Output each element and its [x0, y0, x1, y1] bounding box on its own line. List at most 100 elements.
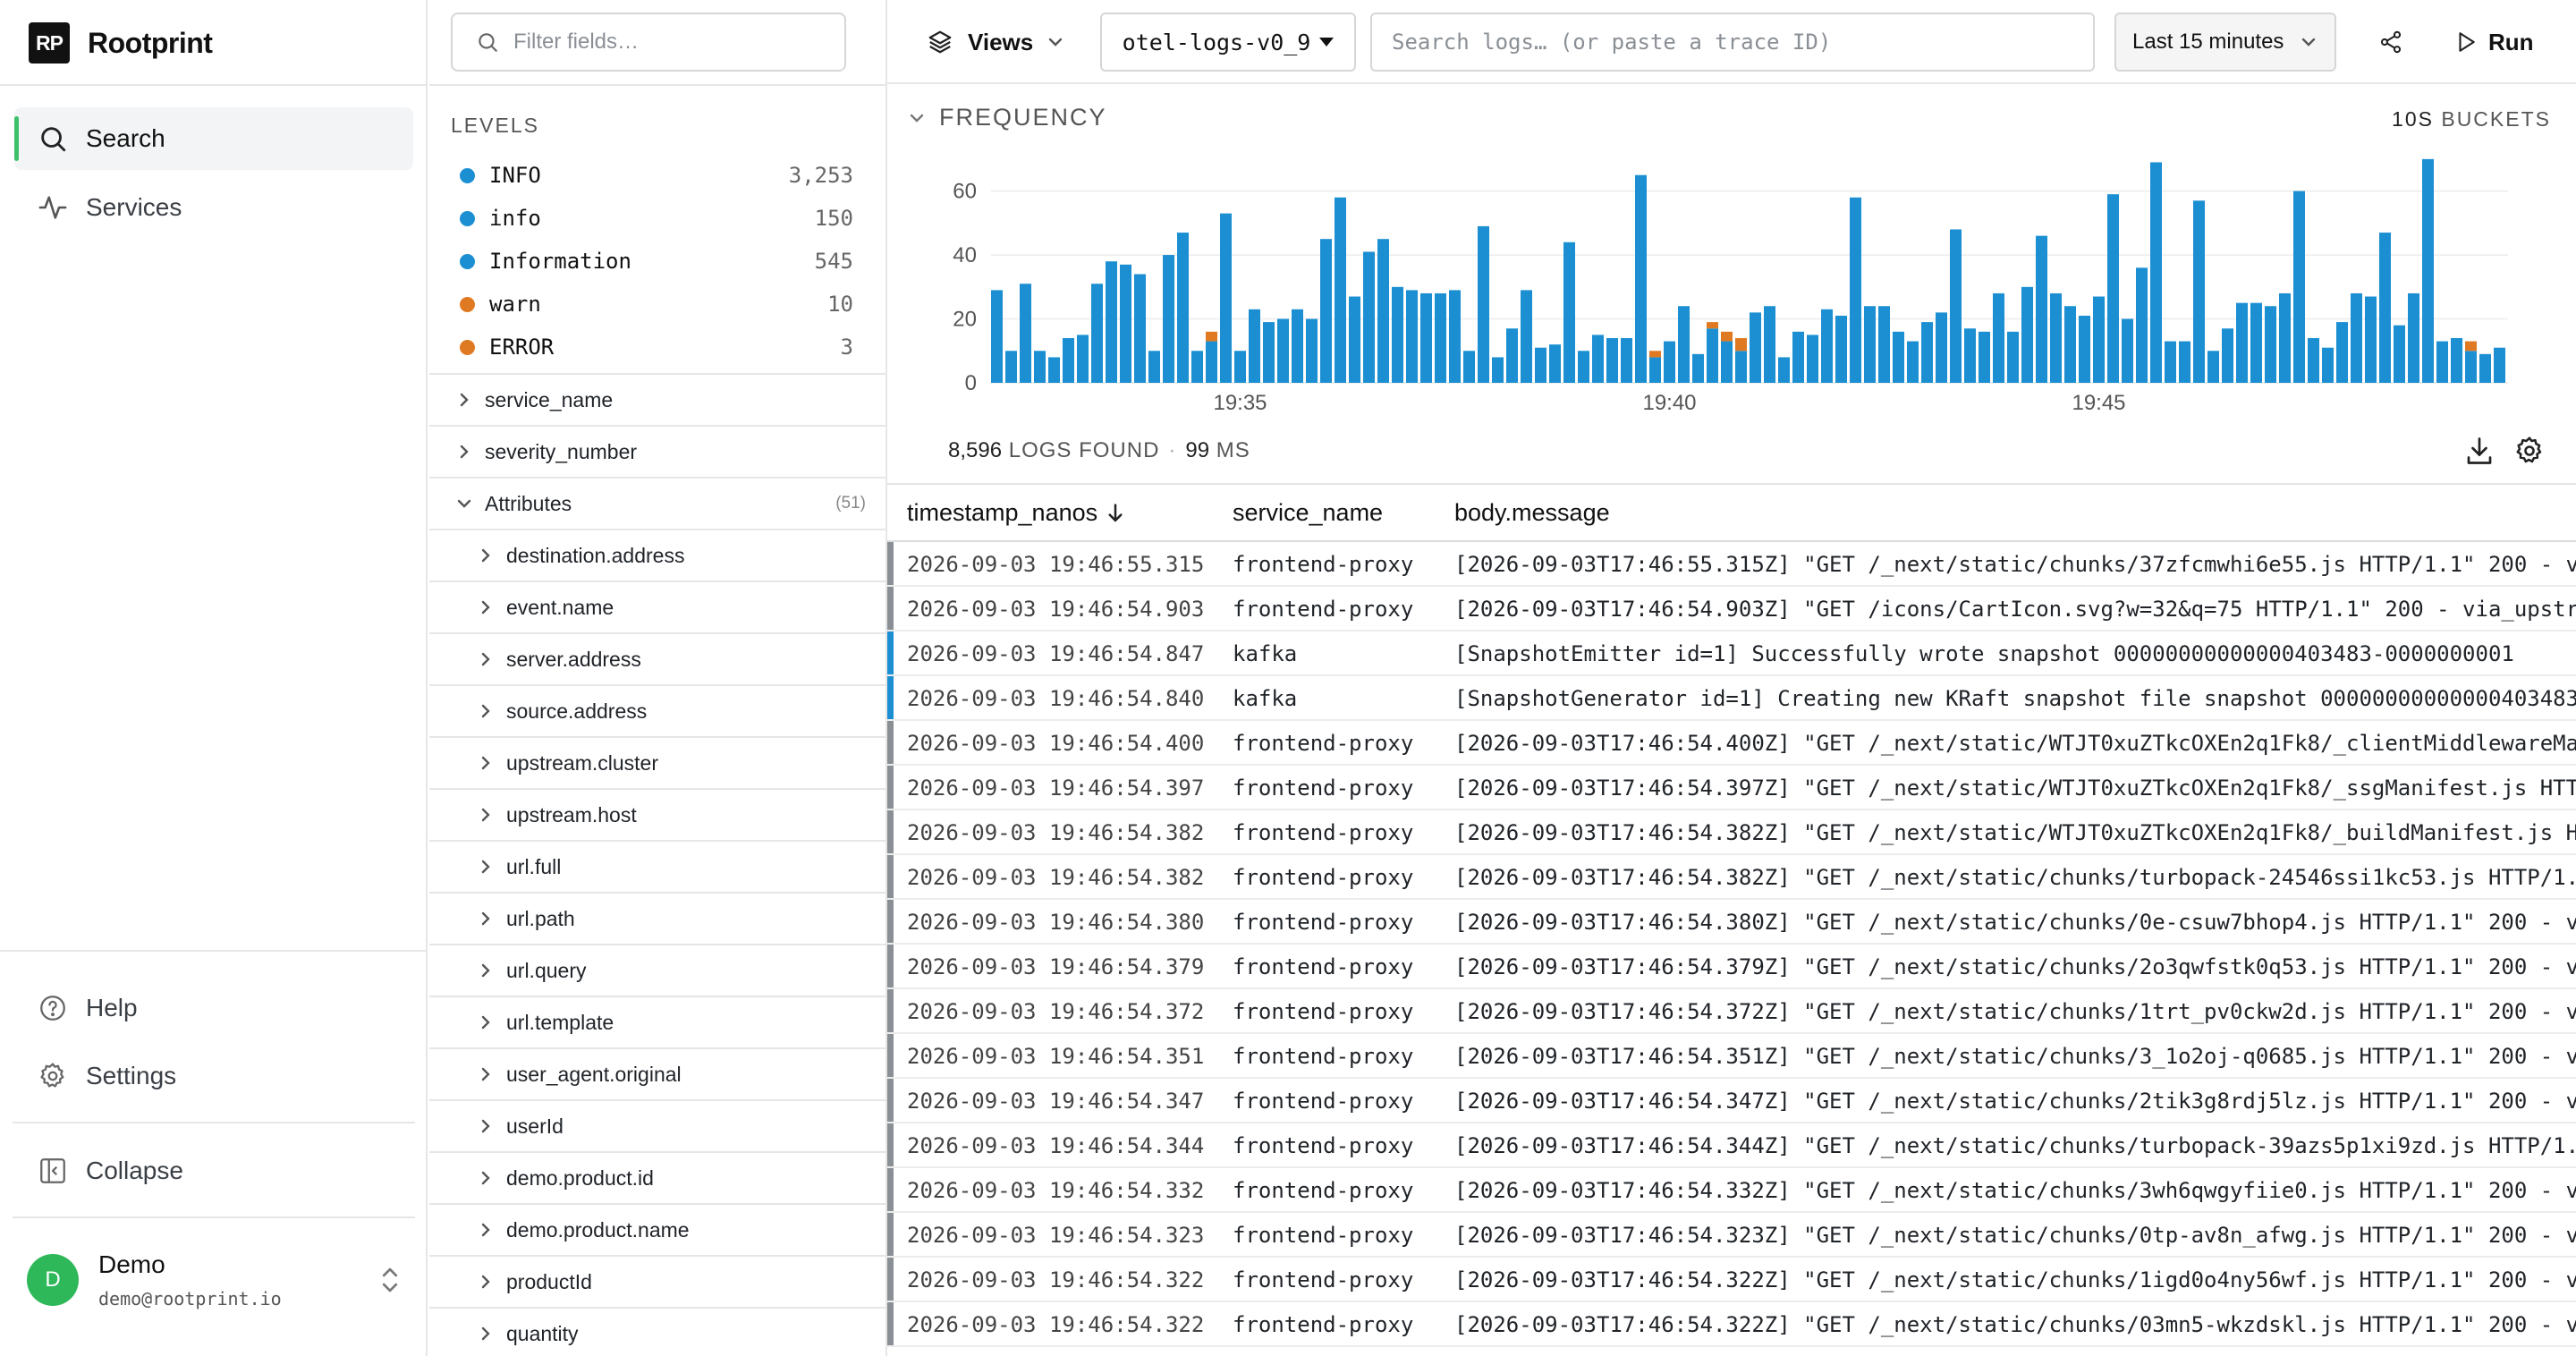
- bar-info[interactable]: [2036, 235, 2047, 383]
- nav-item-settings[interactable]: Settings: [14, 1045, 413, 1107]
- bar-info[interactable]: [1492, 357, 1504, 383]
- level-filter-item[interactable]: Information 545: [460, 242, 853, 281]
- bar-info[interactable]: [1807, 335, 1818, 383]
- attribute-field-item[interactable]: upstream.host: [429, 788, 886, 840]
- share-button[interactable]: [2372, 23, 2410, 61]
- bar-info[interactable]: [1206, 341, 1217, 383]
- column-header-timestamp[interactable]: timestamp_nanos: [907, 499, 1124, 527]
- bar-info[interactable]: [1449, 290, 1461, 383]
- bar-info[interactable]: [1506, 328, 1518, 383]
- bar-warn[interactable]: [1721, 331, 1733, 342]
- filter-fields-input[interactable]: [513, 30, 835, 55]
- collapse-button[interactable]: Collapse: [14, 1140, 413, 1202]
- bar-info[interactable]: [2451, 337, 2462, 383]
- frequency-toggle[interactable]: FREQUENCY: [909, 104, 1107, 131]
- bar-info[interactable]: [2179, 341, 2190, 383]
- attribute-field-item[interactable]: destination.address: [429, 529, 886, 581]
- table-row[interactable]: 2026-09-03 19:46:54.322 frontend-proxy [20…: [887, 1258, 2576, 1302]
- bar-info[interactable]: [2365, 296, 2377, 383]
- table-row[interactable]: 2026-09-03 19:46:54.323 frontend-proxy [20…: [887, 1213, 2576, 1258]
- bar-info[interactable]: [2279, 292, 2291, 383]
- bar-info[interactable]: [1950, 229, 1962, 383]
- bar-info[interactable]: [1163, 255, 1174, 383]
- bar-info[interactable]: [2079, 315, 2090, 383]
- search-box[interactable]: [1370, 13, 2095, 72]
- bar-info[interactable]: [1735, 351, 1747, 383]
- table-row[interactable]: 2026-09-03 19:46:54.840 kafka [SnapshotGen…: [887, 676, 2576, 721]
- nav-item-search[interactable]: Search: [14, 107, 413, 170]
- bar-info[interactable]: [2422, 158, 2434, 383]
- table-row[interactable]: 2026-09-03 19:46:54.397 frontend-proxy [20…: [887, 766, 2576, 810]
- bar-info[interactable]: [2122, 318, 2133, 383]
- table-row[interactable]: 2026-09-03 19:46:54.332 frontend-proxy [20…: [887, 1168, 2576, 1213]
- bar-info[interactable]: [1420, 292, 1432, 383]
- bar-info[interactable]: [1091, 284, 1103, 383]
- table-row[interactable]: 2026-09-03 19:46:54.379 frontend-proxy [20…: [887, 945, 2576, 989]
- bar-info[interactable]: [1893, 331, 1904, 383]
- bar-info[interactable]: [1707, 328, 1718, 383]
- bar-info[interactable]: [2107, 194, 2119, 383]
- attribute-field-item[interactable]: url.template: [429, 996, 886, 1047]
- bar-info[interactable]: [2351, 292, 2362, 383]
- bar-info[interactable]: [2150, 162, 2162, 383]
- column-header-service[interactable]: service_name: [1233, 499, 1383, 527]
- bar-info[interactable]: [1106, 261, 1117, 383]
- bar-info[interactable]: [1835, 315, 1847, 383]
- search-input[interactable]: [1392, 27, 2072, 57]
- table-row[interactable]: 2026-09-03 19:46:54.347 frontend-proxy [20…: [887, 1079, 2576, 1123]
- level-filter-item[interactable]: ERROR 3: [460, 327, 853, 367]
- bar-info[interactable]: [2408, 292, 2419, 383]
- level-filter-item[interactable]: info 150: [460, 199, 853, 238]
- bar-info[interactable]: [1034, 351, 1046, 383]
- bar-info[interactable]: [2293, 191, 2305, 383]
- bar-info[interactable]: [2064, 306, 2076, 383]
- run-button[interactable]: Run: [2454, 13, 2534, 72]
- bar-info[interactable]: [1621, 337, 1632, 383]
- table-row[interactable]: 2026-09-03 19:46:54.400 frontend-proxy [20…: [887, 721, 2576, 766]
- bar-info[interactable]: [1993, 292, 2004, 383]
- bar-info[interactable]: [1077, 335, 1089, 383]
- bar-info[interactable]: [1549, 344, 1561, 383]
- bar-info[interactable]: [1535, 347, 1546, 383]
- bar-info[interactable]: [1750, 312, 1761, 383]
- bar-info[interactable]: [1063, 337, 1074, 383]
- bar-warn[interactable]: [1206, 331, 1217, 342]
- table-row[interactable]: 2026-09-03 19:46:54.344 frontend-proxy [20…: [887, 1123, 2576, 1168]
- bar-info[interactable]: [1635, 174, 1647, 383]
- bar-info[interactable]: [1692, 353, 1704, 383]
- bar-info[interactable]: [1850, 197, 1861, 383]
- bar-info[interactable]: [1578, 351, 1589, 383]
- table-row[interactable]: 2026-09-03 19:46:54.382 frontend-proxy [20…: [887, 855, 2576, 900]
- bar-info[interactable]: [1521, 290, 1532, 383]
- bar-info[interactable]: [2379, 233, 2391, 383]
- bar-info[interactable]: [2236, 302, 2248, 383]
- bar-info[interactable]: [1249, 309, 1260, 383]
- table-row[interactable]: 2026-09-03 19:46:54.372 frontend-proxy [20…: [887, 989, 2576, 1034]
- nav-item-services[interactable]: Services: [14, 176, 413, 239]
- bar-info[interactable]: [1148, 351, 1160, 383]
- attribute-field-item[interactable]: url.full: [429, 840, 886, 892]
- bar-info[interactable]: [991, 290, 1003, 383]
- bar-info[interactable]: [1606, 337, 1618, 383]
- bar-warn[interactable]: [2465, 341, 2477, 352]
- bar-info[interactable]: [1306, 318, 1318, 383]
- bar-info[interactable]: [1120, 264, 1131, 383]
- attribute-field-item[interactable]: event.name: [429, 581, 886, 632]
- table-row[interactable]: 2026-09-03 19:46:54.903 frontend-proxy [20…: [887, 587, 2576, 631]
- bar-info[interactable]: [1778, 357, 1790, 383]
- bar-info[interactable]: [1392, 286, 1403, 383]
- bar-info[interactable]: [2093, 296, 2105, 383]
- bar-info[interactable]: [1792, 331, 1804, 383]
- bar-info[interactable]: [1377, 239, 1389, 383]
- bar-info[interactable]: [1463, 351, 1475, 383]
- attribute-field-item[interactable]: url.path: [429, 892, 886, 944]
- bar-info[interactable]: [2322, 347, 2334, 383]
- bar-info[interactable]: [1220, 213, 1232, 383]
- bar-info[interactable]: [2021, 286, 2033, 383]
- filter-fields[interactable]: [451, 13, 846, 72]
- bar-info[interactable]: [1134, 274, 1146, 383]
- attributes-group[interactable]: Attributes (51): [429, 477, 886, 529]
- bar-info[interactable]: [2494, 347, 2505, 383]
- field-item[interactable]: severity_number: [429, 425, 886, 477]
- bar-info[interactable]: [2479, 353, 2491, 383]
